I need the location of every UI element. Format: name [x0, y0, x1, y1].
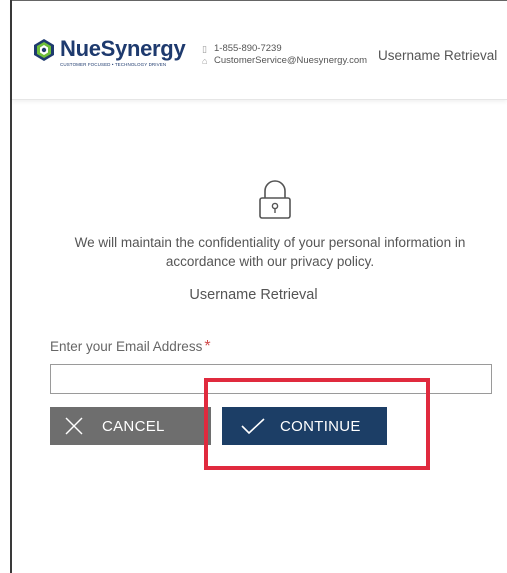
email-label-text: Enter your Email Address [50, 339, 203, 354]
contact-email[interactable]: CustomerService@Nuesynergy.com [214, 55, 367, 67]
check-icon [241, 418, 265, 435]
phone-icon: ▯ [202, 44, 207, 54]
required-marker: * [204, 338, 211, 355]
close-x-icon [65, 417, 83, 435]
nuesynergy-logo-mark [34, 39, 54, 61]
brand-logo[interactable]: NueSynergy CUSTOMER FOCUSED • TECHNOLOGY… [32, 36, 186, 67]
privacy-notice: We will maintain the confidentiality of … [74, 235, 466, 269]
contact-info: ▯ 1-855-890-7239 ⌂ CustomerService@Nuesy… [202, 43, 367, 67]
logo-tagline: CUSTOMER FOCUSED • TECHNOLOGY DRIVEN [60, 62, 167, 67]
logo-wordmark: NueSynergy [60, 36, 186, 61]
email-field-label: Enter your Email Address * [50, 338, 211, 356]
continue-label: CONTINUE [280, 417, 361, 435]
header-page-title: Username Retrieval [378, 48, 498, 63]
mail-icon: ⌂ [202, 56, 208, 66]
lock-icon [259, 180, 291, 219]
cancel-button[interactable]: CANCEL [50, 407, 211, 445]
site-header: NueSynergy CUSTOMER FOCUSED • TECHNOLOGY… [12, 1, 507, 100]
section-title: Username Retrieval [189, 287, 318, 303]
continue-button[interactable]: CONTINUE [222, 407, 387, 445]
contact-phone[interactable]: 1-855-890-7239 [214, 43, 282, 55]
cancel-label: CANCEL [102, 417, 165, 435]
email-field[interactable] [50, 364, 492, 394]
